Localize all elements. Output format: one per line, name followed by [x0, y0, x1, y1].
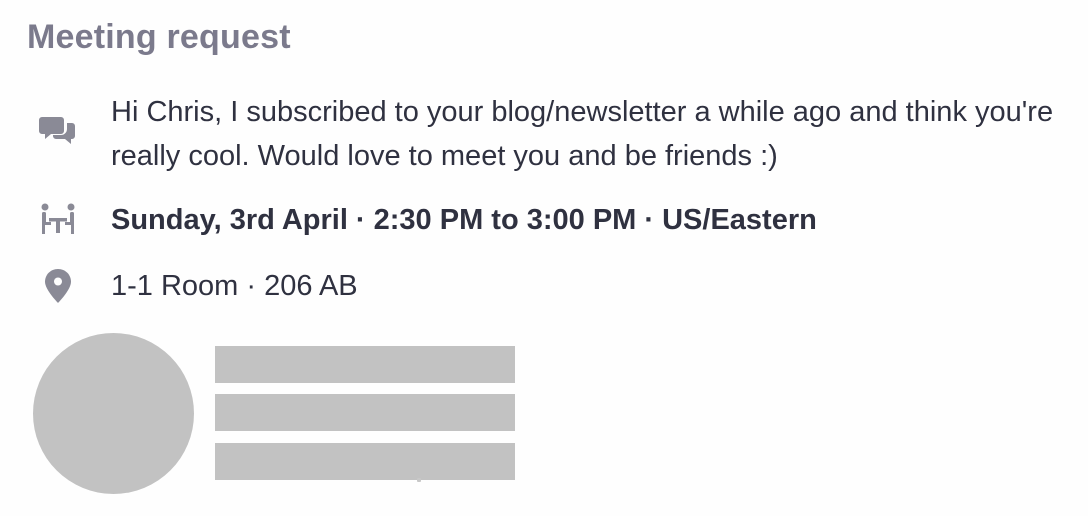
meeting-message: Hi Chris, I subscribed to your blog/news…	[111, 96, 1054, 172]
title-placeholder-bar	[215, 394, 515, 431]
placeholder-speck	[417, 478, 421, 482]
meeting-table-icon	[36, 200, 80, 240]
company-placeholder-bar	[215, 443, 515, 480]
meeting-request-card: Meeting request Hi Chris, I subscribed t…	[0, 0, 1088, 516]
name-placeholder-bar	[215, 346, 515, 383]
chat-bubbles-icon	[36, 112, 80, 152]
meeting-time: Sunday, 3rd April · 2:30 PM to 3:00 PM ·…	[111, 204, 817, 236]
meeting-location: 1-1 Room · 206 AB	[111, 270, 358, 302]
avatar-placeholder	[33, 333, 194, 494]
meeting-request-title: Meeting request	[27, 18, 291, 56]
location-pin-icon	[36, 266, 80, 306]
